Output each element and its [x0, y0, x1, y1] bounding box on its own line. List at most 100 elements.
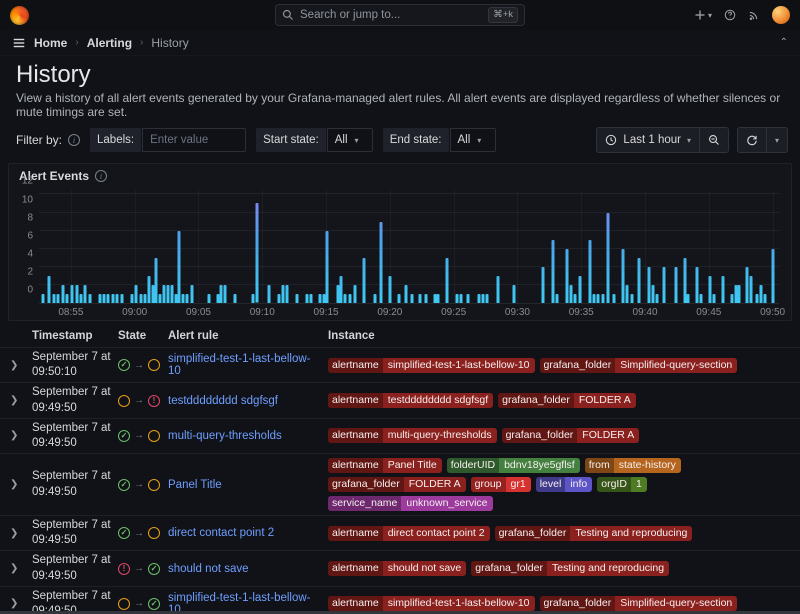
time-range-group: Last 1 hour ▾ — [596, 127, 729, 153]
event-bar — [721, 276, 724, 303]
event-bar — [363, 258, 366, 303]
state-transition: →✓ — [118, 598, 168, 610]
info-icon[interactable]: i — [68, 134, 80, 146]
expand-row-icon[interactable]: ❯ — [10, 528, 32, 539]
gridline — [645, 190, 646, 303]
event-bar — [655, 294, 658, 303]
table-row[interactable]: ❯September 7 at09:49:50✓→direct contact … — [0, 515, 800, 550]
event-bar — [134, 285, 137, 303]
expand-row-icon[interactable]: ❯ — [10, 598, 32, 609]
event-bar — [322, 294, 325, 303]
event-bar — [41, 294, 44, 303]
label-badge: fromstate-history — [585, 458, 681, 473]
event-bar — [446, 258, 449, 303]
event-bar — [746, 267, 749, 303]
label-badge: alertnametestdddddddd sdgfsgf — [328, 393, 493, 408]
chevron-down-icon: ▾ — [477, 136, 481, 145]
table-row[interactable]: ❯September 7 at09:49:50→✓simplified-test… — [0, 586, 800, 614]
event-bar — [485, 294, 488, 303]
zoom-out-time-button[interactable] — [699, 128, 728, 152]
table-row[interactable]: ❯September 7 at09:50:10✓→simplified-test… — [0, 347, 800, 382]
menu-icon[interactable] — [12, 36, 26, 50]
event-bar — [256, 203, 259, 303]
label-badge: grafana_folderTesting and reproducing — [471, 561, 669, 576]
table-row[interactable]: ❯September 7 at09:49:50!→✓should not sav… — [0, 550, 800, 585]
expand-row-icon[interactable]: ❯ — [10, 563, 32, 574]
search-input[interactable]: Search or jump to... ⌘+k — [275, 4, 525, 26]
event-bar — [326, 231, 329, 303]
chart-plot-area — [39, 190, 779, 304]
news-icon[interactable] — [748, 9, 760, 21]
pending-state-icon — [148, 479, 160, 491]
event-bar — [541, 267, 544, 303]
event-bar — [103, 294, 106, 303]
instance-labels: alertnameshould not savegrafana_folderTe… — [328, 559, 800, 578]
expand-row-icon[interactable]: ❯ — [10, 360, 32, 371]
info-icon[interactable]: i — [95, 170, 107, 182]
filter-by-label: Filter by: i — [16, 133, 80, 147]
event-bar — [277, 294, 280, 303]
labels-filter-input[interactable]: Enter value — [142, 128, 246, 152]
page-title: History — [16, 60, 784, 90]
col-state: State — [118, 330, 168, 342]
timestamp: September 7 at09:49:50 — [32, 518, 118, 548]
event-bar — [140, 294, 143, 303]
expand-row-icon[interactable]: ❯ — [10, 479, 32, 490]
search-icon — [282, 9, 294, 21]
event-bar — [57, 294, 60, 303]
table-row[interactable]: ❯September 7 at09:49:50✓→multi-query-thr… — [0, 418, 800, 453]
state-transition: ✓→ — [118, 479, 168, 491]
label-badge: service_nameunknown_service — [328, 496, 493, 511]
start-state-select[interactable]: All▾ — [327, 128, 373, 152]
new-menu-button[interactable]: ▾ — [694, 9, 712, 21]
breadcrumb-home[interactable]: Home — [34, 36, 67, 50]
event-bar — [80, 294, 83, 303]
chevron-down-icon: ▾ — [687, 136, 691, 145]
refresh-button[interactable] — [738, 128, 766, 152]
breadcrumb: Home › Alerting › History ⌃ — [0, 30, 800, 56]
table-header-row: Timestamp State Alert rule Instance — [0, 325, 800, 347]
timestamp: September 7 at09:49:50 — [32, 421, 118, 451]
x-tick-label: 09:25 — [441, 307, 466, 318]
x-axis-labels: 08:5509:0009:0509:1009:1509:2009:2509:30… — [39, 307, 779, 320]
col-rule: Alert rule — [168, 330, 328, 342]
gridline — [198, 190, 199, 303]
gridline — [454, 190, 455, 303]
alert-rule-link[interactable]: simplified-test-1-last-bellow-10 — [168, 353, 328, 377]
label-badge: grafana_folderSimplified-query-section — [540, 358, 738, 373]
event-bar — [683, 258, 686, 303]
event-bar — [700, 294, 703, 303]
alert-rule-link[interactable]: multi-query-thresholds — [168, 430, 328, 442]
event-bar — [373, 294, 376, 303]
grafana-logo-icon[interactable] — [10, 6, 29, 25]
label-badge: grafana_folderSimplified-query-section — [540, 596, 738, 611]
user-avatar[interactable] — [772, 6, 790, 24]
alert-rule-link[interactable]: should not save — [168, 563, 328, 575]
refresh-interval-dropdown[interactable]: ▾ — [766, 128, 787, 152]
alert-rule-link[interactable]: Panel Title — [168, 479, 328, 491]
breadcrumb-alerting[interactable]: Alerting — [87, 36, 132, 50]
event-bar — [285, 285, 288, 303]
expand-row-icon[interactable]: ❯ — [10, 395, 32, 406]
help-icon[interactable] — [724, 9, 736, 21]
x-tick-label: 09:30 — [505, 307, 530, 318]
event-bar — [354, 285, 357, 303]
x-tick-label: 09:00 — [122, 307, 147, 318]
event-bar — [482, 294, 485, 303]
filter-bar: Filter by: i Labels: Enter value Start s… — [0, 119, 800, 159]
table-row[interactable]: ❯September 7 at09:49:50→!testdddddddd sd… — [0, 382, 800, 417]
table-row[interactable]: ❯September 7 at09:49:50✓→Panel Titlealer… — [0, 453, 800, 515]
event-bar — [267, 285, 270, 303]
alert-rule-link[interactable]: direct contact point 2 — [168, 527, 328, 539]
event-bar — [166, 285, 169, 303]
alert-rule-link[interactable]: testdddddddd sdgfsgf — [168, 395, 328, 407]
event-bar — [151, 285, 154, 303]
y-tick-label: 10 — [22, 194, 33, 205]
end-state-select[interactable]: All▾ — [450, 128, 496, 152]
collapse-chevron-icon[interactable]: ⌃ — [780, 37, 788, 48]
event-bar — [647, 267, 650, 303]
time-range-picker-button[interactable]: Last 1 hour ▾ — [597, 128, 699, 152]
event-bar — [295, 294, 298, 303]
expand-row-icon[interactable]: ❯ — [10, 430, 32, 441]
top-navbar: Search or jump to... ⌘+k ▾ — [0, 0, 800, 30]
